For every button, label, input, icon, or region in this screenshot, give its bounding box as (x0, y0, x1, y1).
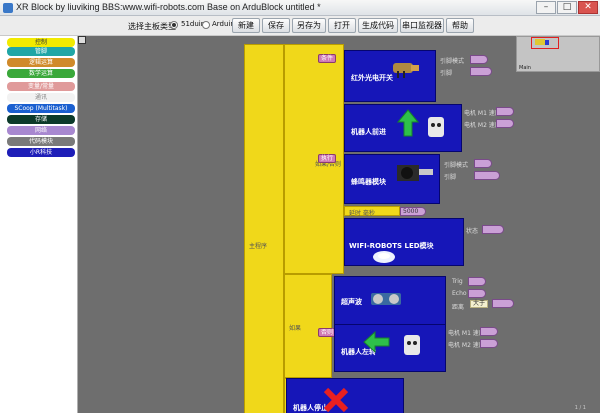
ir-param1-slot[interactable] (470, 55, 488, 64)
ultrasonic-compare-slot[interactable] (492, 299, 514, 308)
arrow-left-icon (363, 331, 390, 353)
category-code[interactable]: 代码模块 (7, 137, 75, 146)
board-type-label: 选择主板类型 (128, 22, 176, 31)
ir-param2-slot[interactable] (470, 67, 492, 76)
category-logic[interactable]: 逻辑运算 (7, 58, 75, 67)
new-button[interactable]: 新建 (232, 18, 260, 33)
ultrasonic-distance-label: 距离 (452, 304, 465, 311)
arrow-up-icon (397, 109, 419, 137)
wifi-led-block[interactable]: WIFI-ROBOTS LED模块 (344, 218, 464, 266)
buzzer-name: 蜂鸣器模块 (351, 178, 386, 186)
buzzer-param2-slot[interactable] (474, 171, 500, 180)
serial-monitor-button[interactable]: 串口监视器 (400, 18, 444, 33)
ultrasonic-name: 超声波 (341, 298, 362, 306)
maximize-button[interactable]: □ (557, 1, 577, 14)
ultrasonic-icon (371, 293, 401, 305)
category-storage[interactable]: 存储 (7, 115, 75, 124)
save-button[interactable]: 保存 (262, 18, 290, 33)
buzzer-param2-label: 引脚 (444, 174, 457, 181)
main-program-label: 主程序 (249, 243, 268, 250)
else-label-top: 执行 (318, 154, 337, 163)
ir-sensor-block[interactable]: 红外光电开关 (344, 50, 436, 102)
forward-block[interactable]: 机器人前进 (344, 104, 462, 152)
ir-sensor-icon (393, 63, 419, 78)
category-comm[interactable]: 通讯 (7, 93, 75, 102)
category-scoop[interactable]: SCoop (Multitask) (7, 104, 75, 113)
turn-left-block[interactable]: 机器人左转 (334, 324, 446, 372)
stop-x-icon (323, 387, 349, 413)
robot-icon (428, 117, 444, 137)
generate-code-button[interactable]: 生成代码 (358, 18, 398, 33)
block-category-sidebar: 控制 管脚 逻辑运算 数学运算 变量/常量 通讯 SCoop (Multitas… (0, 36, 78, 413)
ultrasonic-echo-slot[interactable] (468, 289, 486, 298)
radio-arduino[interactable] (202, 21, 210, 29)
buzzer-block[interactable]: 蜂鸣器模块 (344, 154, 440, 204)
minimap-label: Main (519, 65, 531, 71)
ir-sensor-name: 红外光电开关 (351, 74, 393, 82)
ultrasonic-trig-label: Trig (452, 278, 463, 285)
open-button[interactable]: 打开 (328, 18, 356, 33)
turn-left-param2-slot[interactable] (480, 339, 498, 348)
ultrasonic-block[interactable]: 超声波 (334, 276, 446, 326)
category-math[interactable]: 数学运算 (7, 69, 75, 78)
delay-block[interactable]: 延时 毫秒 (344, 206, 400, 217)
category-xiaor[interactable]: 小R科技 (7, 148, 75, 157)
buzzer-param1-label: 引脚模式 (444, 162, 469, 169)
wifi-led-param-slot[interactable] (482, 225, 504, 234)
block-canvas[interactable]: Main 主程序 如果/否则 如果 红外光电开关 引脚模式 引脚 条件 机器人前… (78, 36, 600, 413)
forward-param1-slot[interactable] (496, 107, 514, 116)
app-icon (3, 3, 13, 13)
ultrasonic-echo-label: Echo (452, 290, 467, 297)
if-label: 如果 (289, 325, 302, 332)
compare-operator[interactable]: 大于 (470, 300, 489, 308)
turn-left-param1-slot[interactable] (480, 327, 498, 336)
delay-value[interactable]: 5000 (400, 207, 426, 216)
window-controls: – □ ✕ (536, 1, 598, 15)
led-icon (373, 251, 395, 263)
wifi-led-param-label: 状态 (466, 228, 479, 235)
window-title: XR Block by liuviking BBS:www.wifi-robot… (16, 2, 321, 12)
help-button[interactable]: 帮助 (446, 18, 474, 33)
main-program-block[interactable]: 主程序 (244, 44, 284, 413)
forward-name: 机器人前进 (351, 128, 386, 136)
category-control[interactable]: 控制 (7, 38, 75, 47)
canvas-corner-button[interactable] (78, 36, 86, 44)
ir-param2-label: 引脚 (440, 70, 453, 77)
if-block[interactable]: 如果 (284, 274, 332, 378)
delay-label: 延时 毫秒 (349, 210, 375, 217)
canvas-status: 1 / 1 (574, 405, 586, 411)
minimap-viewport[interactable] (531, 37, 559, 49)
category-network[interactable]: 网络 (7, 126, 75, 135)
category-pins[interactable]: 管脚 (7, 47, 75, 56)
forward-param2-slot[interactable] (496, 119, 514, 128)
condition-label: 条件 (318, 54, 337, 63)
minimize-button[interactable]: – (536, 1, 556, 14)
minimap[interactable]: Main (516, 36, 600, 72)
robot-icon-2 (404, 335, 420, 355)
ir-param1-label: 引脚模式 (440, 58, 465, 65)
stop-block[interactable]: 机器人停止 (286, 378, 404, 413)
radio-51duino[interactable] (170, 21, 178, 29)
title-bar: XR Block by liuviking BBS:www.wifi-robot… (0, 0, 600, 16)
buzzer-param1-slot[interactable] (474, 159, 492, 168)
category-variables[interactable]: 变量/常量 (7, 82, 75, 91)
save-as-button[interactable]: 另存为 (292, 18, 326, 33)
buzzer-icon (397, 165, 433, 181)
close-button[interactable]: ✕ (578, 1, 598, 14)
ultrasonic-trig-slot[interactable] (468, 277, 486, 286)
toolbar: 选择主板类型 51duino Arduino 新建 保存 另存为 打开 生成代码… (0, 16, 600, 36)
